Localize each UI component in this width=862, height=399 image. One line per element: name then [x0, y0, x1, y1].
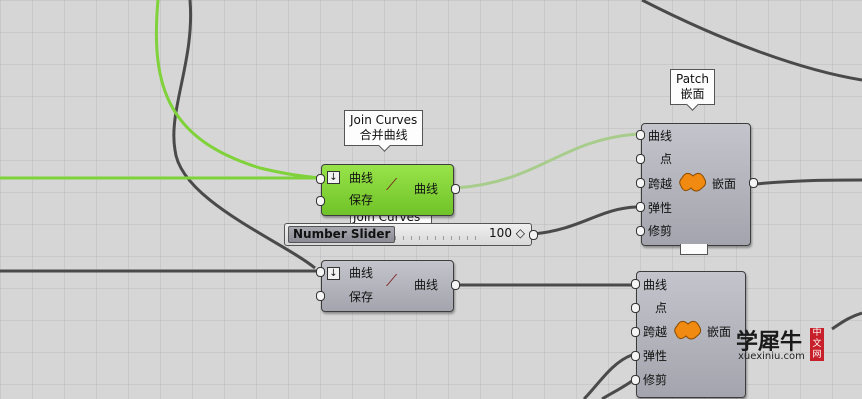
- input-curves-label: 曲线: [648, 129, 673, 143]
- patch-icon: [679, 172, 707, 192]
- patch-tooltip: Patch 嵌面: [670, 69, 715, 111]
- output-curves-label: 曲线: [414, 182, 439, 196]
- input-preserve-label: 保存: [349, 193, 374, 207]
- input-port-curves[interactable]: [631, 279, 640, 289]
- wire-bottom-right: [582, 353, 633, 399]
- slider-output-port[interactable]: [529, 230, 538, 240]
- wire-bottom-right-2: [601, 379, 633, 399]
- watermark-seal: 中文网: [810, 328, 824, 361]
- input-points-label: 点: [655, 301, 668, 315]
- input-port-preserve[interactable]: [316, 291, 325, 301]
- wire-green-out: [455, 132, 638, 190]
- join-curves-icon: ⟋: [386, 271, 398, 290]
- patch-component-bottom[interactable]: 曲线 点 跨越 弹性 修剪 嵌面: [636, 271, 746, 398]
- input-port-trim[interactable]: [631, 375, 640, 385]
- patch-component-top[interactable]: 曲线 点 跨越 弹性 修剪 嵌面: [641, 123, 751, 246]
- input-curves-label: 曲线: [643, 278, 668, 292]
- join-curves-icon: ⟋: [386, 175, 398, 194]
- input-spans-label: 跨越: [643, 325, 668, 339]
- patch-icon: [674, 320, 702, 340]
- output-port-curves[interactable]: [451, 280, 460, 290]
- wire-slider-to-patch: [532, 205, 638, 236]
- input-flexibility-label: 弹性: [648, 201, 673, 215]
- tooltip-title: Join Curves: [350, 113, 418, 127]
- input-curves-label: 曲线: [349, 171, 374, 185]
- input-curves-label: 曲线: [349, 266, 374, 280]
- input-port-curves[interactable]: [316, 267, 325, 277]
- slider-value: 100 ◇: [489, 226, 525, 240]
- tooltip-title: Patch: [676, 72, 709, 86]
- slider-name: Number Slider: [288, 226, 396, 243]
- input-port-points[interactable]: [636, 154, 645, 164]
- output-port-surface[interactable]: [749, 178, 758, 188]
- input-port-points[interactable]: [631, 303, 640, 313]
- input-port-preserve[interactable]: [316, 196, 325, 206]
- output-curves-label: 曲线: [414, 278, 439, 292]
- wire-top-right: [641, 0, 862, 82]
- output-surface-label: 嵌面: [707, 325, 732, 339]
- input-port-spans[interactable]: [636, 178, 645, 188]
- input-flexibility-label: 弹性: [643, 349, 668, 363]
- input-trim-label: 修剪: [643, 373, 668, 387]
- number-slider[interactable]: Number Slider 100 ◇: [284, 223, 532, 246]
- wire-patch-top-out: [754, 178, 862, 186]
- input-points-label: 点: [660, 152, 673, 166]
- arrow-down-icon[interactable]: ↓: [327, 267, 340, 280]
- join-curves-tooltip: Join Curves 合并曲线: [344, 110, 424, 152]
- wire-patch-bottom-out: [831, 311, 862, 331]
- input-trim-label: 修剪: [648, 224, 673, 238]
- input-port-curves[interactable]: [636, 130, 645, 140]
- input-port-curves[interactable]: [316, 174, 325, 184]
- input-spans-label: 跨越: [648, 177, 673, 191]
- slider-track[interactable]: [395, 236, 481, 240]
- join-curves-component[interactable]: ↓ 曲线 保存 ⟋ 曲线: [321, 260, 454, 312]
- input-preserve-label: 保存: [349, 290, 374, 304]
- arrow-down-icon[interactable]: ↓: [327, 171, 340, 184]
- input-port-trim[interactable]: [636, 226, 645, 236]
- input-port-flexibility[interactable]: [631, 351, 640, 361]
- input-port-spans[interactable]: [631, 327, 640, 337]
- input-port-flexibility[interactable]: [636, 202, 645, 212]
- output-surface-label: 嵌面: [712, 177, 737, 191]
- output-port-curves[interactable]: [451, 184, 460, 194]
- join-curves-component-selected[interactable]: ↓ 曲线 保存 ⟋ 曲线: [321, 164, 454, 216]
- watermark-url: xuexiniu.com: [738, 351, 805, 362]
- watermark-logo: 学犀牛 xuexiniu.com 中文网: [732, 324, 828, 364]
- patch-bottom-tooltip-tail: [680, 244, 708, 255]
